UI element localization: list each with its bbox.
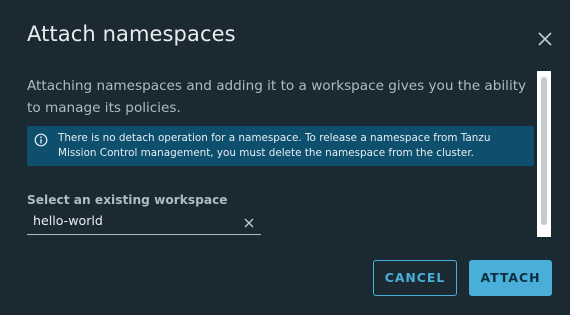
clear-icon	[243, 217, 255, 229]
workspace-field-label: Select an existing workspace	[27, 193, 228, 207]
clear-input-button[interactable]	[243, 217, 255, 229]
scrollbar-thumb[interactable]	[541, 77, 547, 225]
attach-button[interactable]: ATTACH	[469, 260, 552, 296]
modal-scrollbar[interactable]	[537, 71, 551, 237]
cancel-button[interactable]: CANCEL	[373, 260, 457, 296]
close-icon	[534, 28, 556, 50]
alert-text: There is no detach operation for a names…	[58, 132, 491, 159]
workspace-input[interactable]: hello-world	[27, 211, 261, 235]
modal-title: Attach namespaces	[27, 22, 236, 46]
close-button[interactable]	[534, 28, 556, 50]
workspace-input-value[interactable]: hello-world	[33, 213, 103, 228]
info-alert: There is no detach operation for a names…	[27, 126, 534, 166]
modal-description: Attaching namespaces and adding it to a …	[27, 78, 527, 116]
info-circle-icon	[34, 133, 48, 147]
attach-namespaces-modal: Attach namespaces Attaching namespaces a…	[0, 0, 570, 315]
modal-body: Attaching namespaces and adding it to a …	[27, 70, 552, 240]
